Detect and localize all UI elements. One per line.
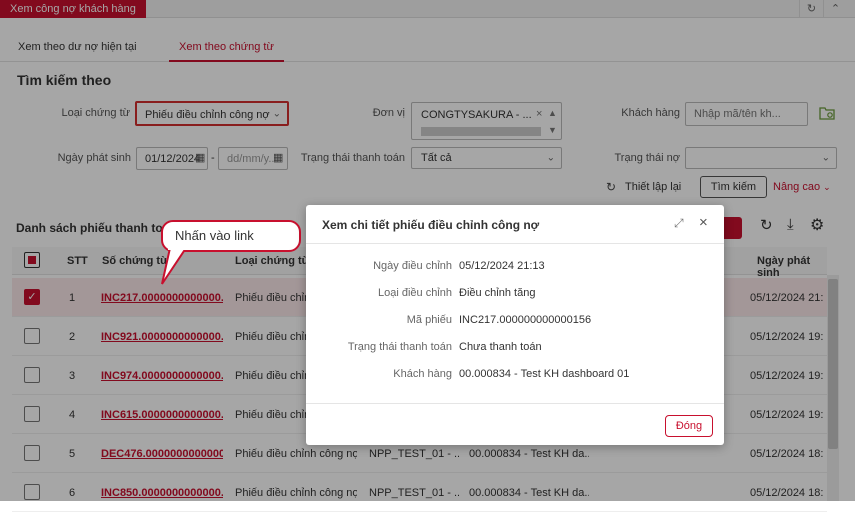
close-icon[interactable]: × (699, 214, 708, 231)
field-label: Ngày điều chỉnh (373, 260, 452, 272)
field-value: Chưa thanh toán (459, 341, 542, 353)
callout-pointer (161, 248, 188, 285)
detail-modal: Xem chi tiết phiếu điều chỉnh công nợ ⤢ … (306, 205, 724, 445)
field-label: Mã phiếu (406, 314, 452, 326)
field-value: Điều chỉnh tăng (459, 287, 536, 299)
field-label: Khách hàng (393, 368, 452, 380)
close-button[interactable]: Đóng (665, 415, 713, 437)
fullscreen-icon[interactable]: ⤢ (674, 216, 684, 231)
field-value: 05/12/2024 21:13 (459, 260, 545, 272)
field-value: 00.000834 - Test KH dashboard 01 (459, 368, 630, 380)
modal-divider (306, 243, 724, 244)
modal-title: Xem chi tiết phiếu điều chỉnh công nợ (322, 218, 540, 232)
field-label: Trạng thái thanh toán (347, 341, 452, 353)
callout-text: Nhấn vào link (175, 228, 254, 243)
field-value: INC217.000000000000156 (459, 314, 592, 326)
field-label: Loại điều chỉnh (377, 287, 452, 299)
modal-divider (306, 403, 724, 404)
